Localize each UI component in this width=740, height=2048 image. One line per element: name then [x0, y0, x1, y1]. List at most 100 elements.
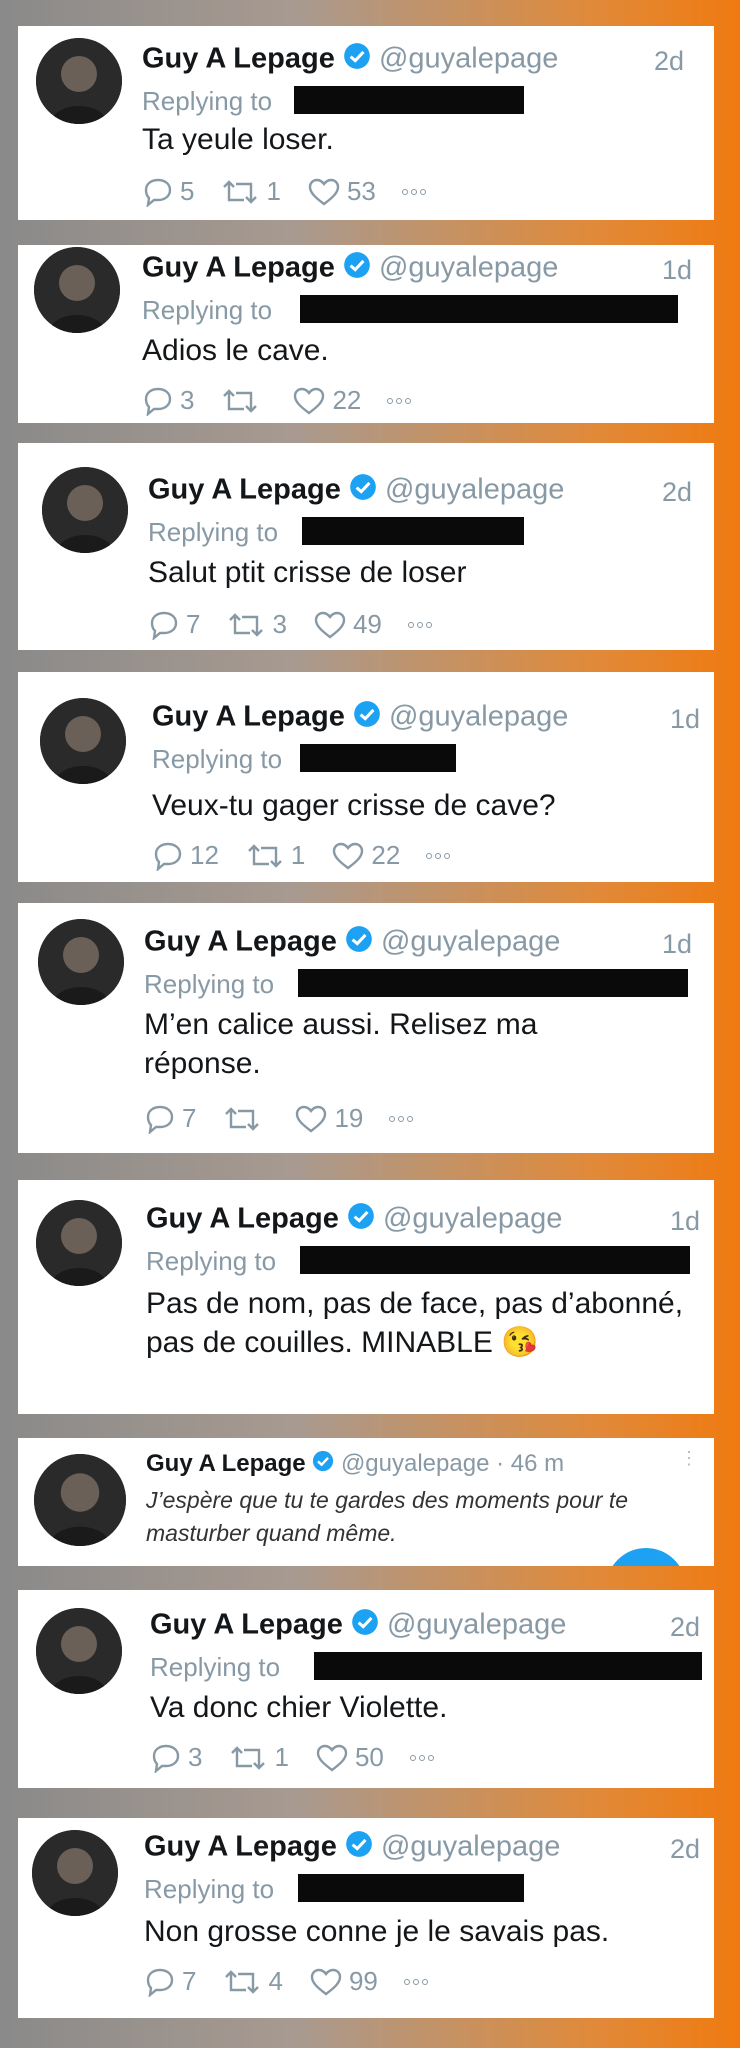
reply-button[interactable]: 3	[142, 385, 194, 416]
author-handle[interactable]: @guyalepage	[387, 1609, 566, 1641]
tweet-header: Guy A Lepage @guyalepage	[142, 251, 558, 287]
verified-badge-icon	[343, 42, 371, 78]
author-handle[interactable]: @guyalepage	[381, 1831, 560, 1863]
avatar[interactable]	[38, 919, 124, 1005]
avatar[interactable]	[40, 698, 126, 784]
tweet-time[interactable]: 2d	[670, 1612, 700, 1643]
author-name[interactable]: Guy A Lepage	[150, 1609, 343, 1641]
reply-button[interactable]: 7	[148, 609, 200, 640]
heart-icon	[333, 842, 364, 870]
more-icon[interactable]	[403, 1978, 428, 1985]
retweet-icon	[225, 1969, 260, 1994]
more-icon[interactable]	[426, 852, 451, 859]
tweet-card[interactable]: Guy A Lepage @guyalepage 2d Replying to …	[18, 26, 714, 220]
author-handle[interactable]: @guyalepage · 46 m	[341, 1450, 564, 1477]
author-name[interactable]: Guy A Lepage	[142, 252, 335, 284]
tweet-card[interactable]: Guy A Lepage @guyalepage · 46 m ⋮ J’espè…	[18, 1438, 714, 1566]
more-icon[interactable]	[409, 1754, 434, 1761]
heart-icon	[296, 1105, 327, 1133]
author-name[interactable]: Guy A Lepage	[142, 43, 335, 75]
tweet-card[interactable]: Guy A Lepage @guyalepage 2d Replying to …	[18, 1818, 714, 2018]
reply-icon	[144, 387, 172, 416]
replying-to-label: Replying to	[150, 1652, 281, 1682]
tweet-time[interactable]: 1d	[662, 255, 692, 286]
like-count: 19	[334, 1103, 364, 1133]
retweet-icon	[229, 612, 264, 637]
like-button[interactable]: 53	[307, 176, 376, 207]
tweet-time[interactable]: 1d	[670, 704, 700, 735]
avatar[interactable]	[42, 467, 128, 553]
avatar[interactable]	[34, 1454, 126, 1546]
avatar[interactable]	[36, 1608, 122, 1694]
avatar[interactable]	[36, 1200, 122, 1286]
reply-button[interactable]: 5	[142, 176, 194, 207]
tweet-card[interactable]: Guy A Lepage @guyalepage 1d Replying to …	[18, 245, 714, 423]
retweet-button[interactable]	[222, 1105, 268, 1133]
retweet-count: 3	[272, 609, 287, 639]
redaction-bar	[314, 1652, 702, 1680]
author-handle[interactable]: @guyalepage	[381, 926, 560, 958]
retweet-button[interactable]	[220, 387, 266, 415]
more-icon[interactable]	[407, 621, 432, 628]
author-handle[interactable]: @guyalepage	[379, 252, 558, 284]
reply-icon	[146, 1968, 174, 1997]
avatar[interactable]	[34, 247, 120, 333]
author-name[interactable]: Guy A Lepage	[144, 1831, 337, 1863]
more-icon[interactable]	[401, 188, 426, 195]
like-count: 22	[371, 840, 401, 870]
retweet-button[interactable]: 3	[226, 609, 287, 640]
reply-button[interactable]: 7	[144, 1103, 196, 1134]
tweet-card[interactable]: Guy A Lepage @guyalepage 2d Replying to …	[18, 1590, 714, 1788]
avatar[interactable]	[32, 1830, 118, 1916]
retweet-count: 1	[274, 1742, 289, 1772]
redaction-bar	[300, 1246, 690, 1274]
reply-button[interactable]: 3	[150, 1742, 202, 1773]
author-name[interactable]: Guy A Lepage	[148, 474, 341, 506]
author-handle[interactable]: @guyalepage	[379, 43, 558, 75]
tweet-card[interactable]: Guy A Lepage @guyalepage 2d Replying to …	[18, 443, 714, 650]
more-icon[interactable]	[387, 397, 412, 404]
tweet-text: Adios le cave.	[142, 334, 329, 367]
reply-count: 7	[182, 1103, 197, 1133]
tweet-card[interactable]: Guy A Lepage @guyalepage 1d Replying to …	[18, 672, 714, 882]
verified-badge-icon	[347, 1202, 375, 1238]
retweet-button[interactable]: 1	[228, 1742, 289, 1773]
author-name[interactable]: Guy A Lepage	[152, 701, 345, 733]
more-icon[interactable]	[389, 1115, 414, 1122]
author-handle[interactable]: @guyalepage	[383, 1203, 562, 1235]
retweet-button[interactable]: 1	[245, 840, 305, 871]
compose-button[interactable]	[606, 1548, 686, 1566]
verified-badge-icon	[349, 473, 377, 509]
tweet-time[interactable]: 1d	[662, 929, 692, 960]
author-handle[interactable]: @guyalepage	[385, 474, 564, 506]
like-button[interactable]: 19	[294, 1103, 363, 1134]
tweet-card[interactable]: Guy A Lepage @guyalepage 1d Replying to …	[18, 1180, 714, 1414]
like-button[interactable]: 22	[292, 385, 361, 416]
retweet-icon	[231, 1745, 266, 1770]
like-button[interactable]: 50	[315, 1742, 384, 1773]
tweet-time[interactable]: 1d	[670, 1206, 700, 1237]
author-name[interactable]: Guy A Lepage	[146, 1203, 339, 1235]
tweet-actions: 12 1 22	[152, 840, 476, 871]
tweet-header: Guy A Lepage @guyalepage	[146, 1202, 562, 1238]
avatar[interactable]	[36, 38, 122, 124]
tweet-text: Veux-tu gager crisse de cave?	[152, 789, 556, 822]
retweet-button[interactable]: 4	[222, 1966, 283, 1997]
author-name[interactable]: Guy A Lepage	[146, 1450, 306, 1477]
replying-to-label: Replying to	[144, 1874, 275, 1904]
more-icon[interactable]: ⋮	[680, 1448, 698, 1469]
reply-button[interactable]: 12	[152, 840, 219, 871]
like-count: 53	[346, 176, 376, 206]
like-button[interactable]: 49	[313, 609, 382, 640]
tweet-time[interactable]: 2d	[670, 1834, 700, 1865]
heart-icon	[316, 1744, 348, 1772]
retweet-button[interactable]: 1	[220, 176, 281, 207]
like-button[interactable]: 99	[309, 1966, 378, 1997]
author-name[interactable]: Guy A Lepage	[144, 926, 337, 958]
tweet-card[interactable]: Guy A Lepage @guyalepage 1d Replying to …	[18, 903, 714, 1153]
author-handle[interactable]: @guyalepage	[389, 701, 568, 733]
like-button[interactable]: 22	[331, 840, 400, 871]
tweet-time[interactable]: 2d	[662, 477, 692, 508]
tweet-time[interactable]: 2d	[654, 46, 684, 77]
reply-button[interactable]: 7	[144, 1966, 196, 1997]
